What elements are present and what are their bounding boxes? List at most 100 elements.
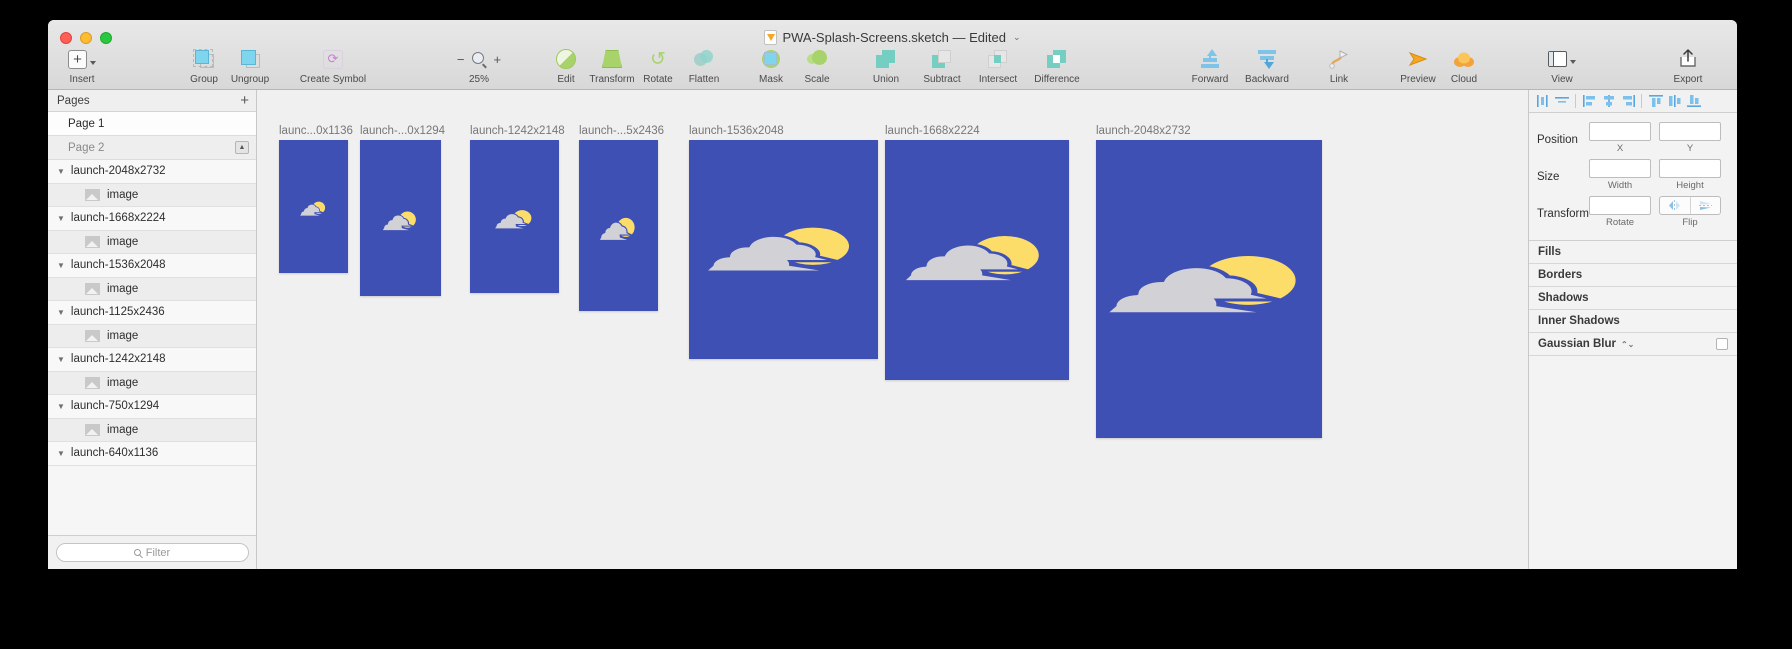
filter-input[interactable]: Filter (55, 543, 249, 562)
artboard[interactable]: launch-...0x1294 (360, 125, 445, 296)
position-y-input[interactable] (1659, 122, 1721, 141)
intersect-button[interactable]: Intersect (970, 46, 1026, 85)
export-label: Export (1673, 74, 1703, 85)
cloud-button[interactable]: Cloud (1441, 46, 1487, 85)
disclosure-triangle-icon[interactable]: ▼ (57, 261, 65, 270)
artboard-label[interactable]: launch-...5x2436 (579, 125, 664, 137)
layer-child-row[interactable]: image (48, 183, 256, 207)
artboard[interactable]: launch-1536x2048 (689, 125, 878, 359)
main-body: Pages + Page 1 Page 2 ▲ ▼ launch-2048x273… (48, 90, 1737, 569)
subtract-button[interactable]: Subtract (914, 46, 970, 85)
artboard-label[interactable]: launch-...0x1294 (360, 125, 445, 137)
section-fills[interactable]: Fills (1529, 241, 1737, 264)
export-button[interactable]: Export (1663, 46, 1713, 85)
artboard[interactable]: launc...0x1136 (279, 125, 353, 273)
page-item-2[interactable]: Page 2 ▲ (48, 136, 256, 160)
create-symbol-button[interactable]: ⟳ Create Symbol (288, 46, 378, 85)
edit-button[interactable]: Edit (543, 46, 589, 85)
artboard[interactable]: launch-2048x2732 (1096, 125, 1322, 438)
distribute-center-icon[interactable] (1600, 93, 1617, 109)
artboard-label[interactable]: launch-1536x2048 (689, 125, 784, 137)
align-middle-icon[interactable] (1666, 93, 1683, 109)
flip-vertical-icon[interactable] (1689, 197, 1721, 214)
artboard-canvas[interactable] (579, 140, 658, 311)
page-item-1[interactable]: Page 1 (48, 112, 256, 136)
layer-group-row[interactable]: ▼ launch-1536x2048 (48, 254, 256, 278)
section-gaussian-blur[interactable]: Gaussian Blur ⌃⌄ (1529, 333, 1737, 356)
canvas[interactable]: launc...0x1136 launch-...0x1294 launch-1… (257, 90, 1528, 569)
section-inner-shadows[interactable]: Inner Shadows (1529, 310, 1737, 333)
disclosure-triangle-icon[interactable]: ▼ (57, 449, 65, 458)
view-button[interactable]: View (1536, 46, 1588, 85)
disclosure-triangle-icon[interactable]: ▼ (57, 402, 65, 411)
difference-button[interactable]: Difference (1026, 46, 1088, 85)
plus-icon[interactable]: + (240, 93, 249, 108)
insert-button[interactable]: + Insert (56, 46, 108, 85)
layer-child-row[interactable]: image (48, 230, 256, 254)
layers-list[interactable]: ▼ launch-2048x2732 image ▼ launch-1668x222… (48, 160, 256, 535)
forward-button[interactable]: Forward (1183, 46, 1237, 85)
artboard-canvas[interactable] (885, 140, 1069, 380)
zoom-in-button[interactable]: + (494, 52, 502, 67)
artboard-label[interactable]: launch-1668x2224 (885, 125, 980, 137)
artboard-canvas[interactable] (689, 140, 878, 359)
align-bottom-icon[interactable] (1685, 93, 1702, 109)
ungroup-button[interactable]: Ungroup (227, 46, 273, 85)
layer-group-row[interactable]: ▼ launch-1242x2148 (48, 348, 256, 372)
collapse-icon[interactable]: ▲ (235, 141, 249, 154)
align-center-horizontal-icon[interactable] (1553, 93, 1570, 109)
artboard-canvas[interactable] (279, 140, 348, 273)
flatten-button[interactable]: Flatten (681, 46, 727, 85)
mask-button[interactable]: Mask (748, 46, 794, 85)
artboard[interactable]: launch-1242x2148 (470, 125, 565, 293)
section-inner-shadows-label: Inner Shadows (1538, 315, 1620, 327)
artboard-canvas[interactable] (360, 140, 441, 296)
zoom-out-button[interactable]: − (457, 52, 465, 67)
size-height-input[interactable] (1659, 159, 1721, 178)
layer-group-row[interactable]: ▼ launch-750x1294 (48, 395, 256, 419)
position-x-input[interactable] (1589, 122, 1651, 141)
layer-child-row[interactable]: image (48, 277, 256, 301)
layer-child-row[interactable]: image (48, 371, 256, 395)
backward-button[interactable]: Backward (1237, 46, 1297, 85)
size-width-input[interactable] (1589, 159, 1651, 178)
rotate-input[interactable] (1589, 196, 1651, 215)
chevron-down-icon[interactable]: ⌄ (1013, 32, 1021, 43)
distribute-left-icon[interactable] (1581, 93, 1598, 109)
union-button[interactable]: Union (858, 46, 914, 85)
scale-button[interactable]: Scale (794, 46, 840, 85)
layer-group-row[interactable]: ▼ launch-1668x2224 (48, 207, 256, 231)
artboard[interactable]: launch-1668x2224 (885, 125, 1069, 380)
align-top-icon[interactable] (1647, 93, 1664, 109)
link-button[interactable]: Link (1316, 46, 1362, 85)
gaussian-blur-checkbox[interactable] (1716, 338, 1728, 350)
transform-button[interactable]: Transform (589, 46, 635, 85)
stepper-icon[interactable]: ⌃⌄ (1621, 340, 1634, 349)
layer-group-row[interactable]: ▼ launch-640x1136 (48, 442, 256, 466)
align-left-icon[interactable] (1534, 93, 1551, 109)
artboard-label[interactable]: launc...0x1136 (279, 125, 353, 137)
disclosure-triangle-icon[interactable]: ▼ (57, 308, 65, 317)
artboard-label[interactable]: launch-1242x2148 (470, 125, 565, 137)
artboard-label[interactable]: launch-2048x2732 (1096, 125, 1191, 137)
preview-button[interactable]: Preview (1395, 46, 1441, 85)
rotate-button[interactable]: ↺ Rotate (635, 46, 681, 86)
layer-child-row[interactable]: image (48, 418, 256, 442)
disclosure-triangle-icon[interactable]: ▼ (57, 214, 65, 223)
distribute-right-icon[interactable] (1619, 93, 1636, 109)
disclosure-triangle-icon[interactable]: ▼ (57, 355, 65, 364)
layer-group-row[interactable]: ▼ launch-2048x2732 (48, 160, 256, 184)
artboard[interactable]: launch-...5x2436 (579, 125, 664, 311)
layer-child-row[interactable]: image (48, 324, 256, 348)
artboard-canvas[interactable] (470, 140, 559, 293)
group-button[interactable]: Group (181, 46, 227, 85)
toolbar-group-export: Export (1663, 46, 1713, 85)
artboard-canvas[interactable] (1096, 140, 1322, 438)
zoom-control[interactable]: − + 25% (443, 46, 515, 85)
disclosure-triangle-icon[interactable]: ▼ (57, 167, 65, 176)
flip-horizontal-icon[interactable] (1660, 197, 1690, 214)
section-borders[interactable]: Borders (1529, 264, 1737, 287)
section-shadows[interactable]: Shadows (1529, 287, 1737, 310)
document-title-text: PWA-Splash-Screens.sketch — Edited (782, 30, 1006, 45)
layer-group-row[interactable]: ▼ launch-1125x2436 (48, 301, 256, 325)
